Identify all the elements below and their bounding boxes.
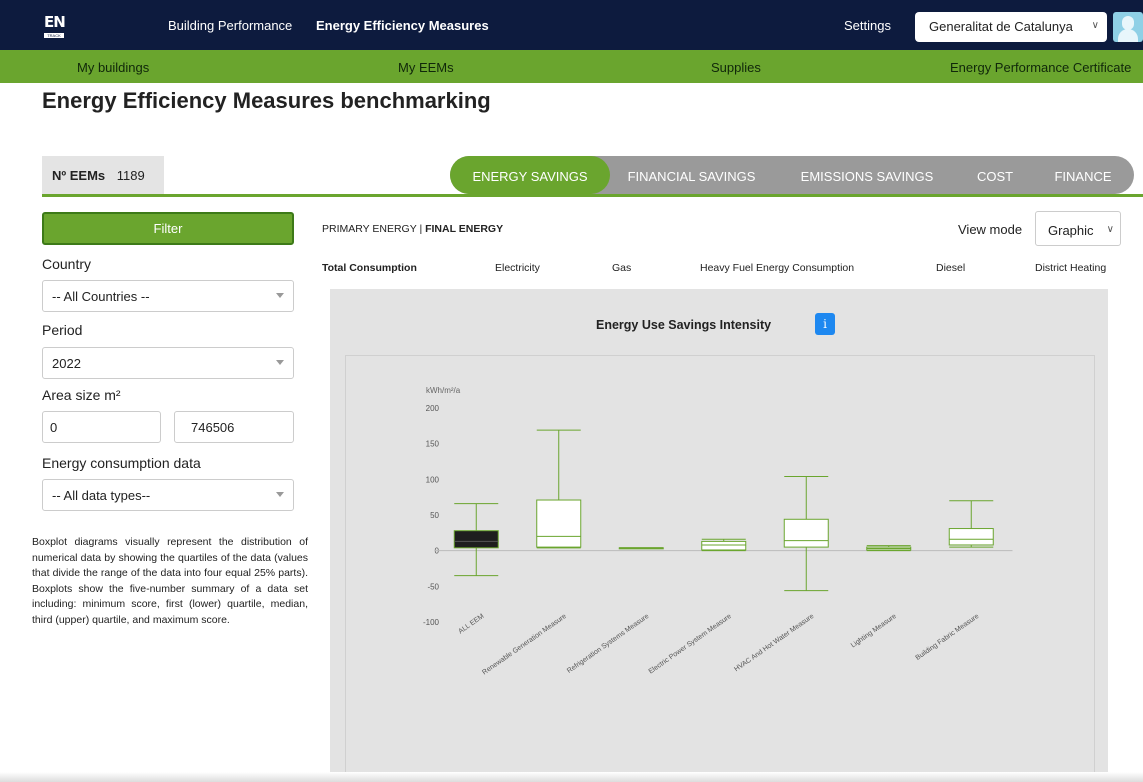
x-tick-label: Refrigeration Systems Measure bbox=[566, 613, 650, 675]
consumption-tab-heavy-fuel[interactable]: Heavy Fuel Energy Consumption bbox=[700, 262, 854, 274]
x-tick-label: Building Fabric Measure bbox=[915, 613, 981, 662]
energy-data-label: Energy consumption data bbox=[42, 455, 201, 471]
view-mode-value: Graphic bbox=[1048, 223, 1094, 238]
final-energy-option[interactable]: FINAL ENERGY bbox=[425, 223, 503, 235]
caret-down-icon bbox=[276, 293, 284, 298]
energy-data-select[interactable]: -- All data types-- bbox=[42, 479, 294, 511]
box bbox=[948, 528, 994, 546]
tab-finance[interactable]: FINANCE bbox=[1042, 156, 1124, 194]
energy-type-toggle[interactable]: PRIMARY ENERGY | FINAL ENERGY bbox=[322, 223, 503, 235]
logo[interactable]: EN TRACK bbox=[44, 13, 72, 38]
filter-button[interactable]: Filter bbox=[42, 212, 294, 245]
eem-count-label: Nº EEMs bbox=[52, 168, 106, 183]
period-select[interactable]: 2022 bbox=[42, 347, 294, 379]
info-icon[interactable]: i bbox=[815, 313, 835, 335]
consumption-tab-district-heating[interactable]: District Heating bbox=[1035, 262, 1106, 274]
chevron-down-icon: ∨ bbox=[1106, 224, 1114, 235]
y-axis-label: kWh/m²/a bbox=[426, 386, 461, 395]
caret-down-icon bbox=[276, 492, 284, 497]
country-label: Country bbox=[42, 256, 92, 272]
y-tick-label: -100 bbox=[423, 618, 440, 627]
energy-separator: | bbox=[416, 223, 426, 235]
boxplot-description: Boxplot diagrams visually represent the … bbox=[32, 536, 308, 626]
tab-cost[interactable]: COST bbox=[960, 156, 1030, 194]
consumption-tab-diesel[interactable]: Diesel bbox=[936, 262, 965, 274]
eem-count-value: 1189 bbox=[116, 168, 145, 183]
subnav-my-eems[interactable]: My EEMs bbox=[398, 60, 454, 75]
area-label: Area size m² bbox=[42, 387, 121, 403]
page-title: Energy Efficiency Measures benchmarking bbox=[42, 88, 491, 113]
y-tick-label: 50 bbox=[430, 511, 439, 520]
area-max-input[interactable]: 746506 bbox=[174, 411, 294, 443]
country-select[interactable]: -- All Countries -- bbox=[42, 280, 294, 312]
view-mode-label: View mode bbox=[958, 222, 1023, 237]
nav-building-performance[interactable]: Building Performance bbox=[168, 18, 292, 33]
avatar-body-shape bbox=[1118, 29, 1138, 42]
country-value: -- All Countries -- bbox=[52, 289, 150, 304]
consumption-tab-electricity[interactable]: Electricity bbox=[495, 262, 540, 274]
area-min-input[interactable]: 0 bbox=[42, 411, 161, 443]
nav-settings[interactable]: Settings bbox=[844, 18, 891, 33]
chevron-down-icon: ∨ bbox=[1091, 20, 1099, 31]
eem-count-box: Nº EEMs 1189 bbox=[42, 156, 164, 194]
tab-energy-savings[interactable]: ENERGY SAVINGS bbox=[450, 156, 610, 194]
user-avatar[interactable] bbox=[1113, 12, 1143, 42]
nav-energy-efficiency-measures[interactable]: Energy Efficiency Measures bbox=[316, 18, 489, 33]
boxplot-chart: kWh/m²/a 200 150 100 50 0 -50 -100 ALL EEMRenewa… bbox=[423, 386, 1013, 677]
consumption-tab-gas[interactable]: Gas bbox=[612, 262, 631, 274]
period-label: Period bbox=[42, 322, 83, 338]
avatar-head-shape bbox=[1122, 16, 1134, 30]
subnav-energy-performance-certificate[interactable]: Energy Performance Certificate bbox=[950, 60, 1131, 75]
chart-title: Energy Use Savings Intensity bbox=[596, 318, 772, 332]
sub-navbar: My buildings My EEMs Supplies Energy Per… bbox=[0, 50, 1143, 83]
y-tick-label: 200 bbox=[426, 404, 440, 413]
box bbox=[536, 499, 582, 548]
organization-select[interactable]: Generalitat de Catalunya ∨ bbox=[915, 12, 1107, 42]
x-tick-label: HVAC And Hot Water Measure bbox=[733, 613, 815, 673]
period-value: 2022 bbox=[52, 356, 81, 371]
caret-down-icon bbox=[276, 360, 284, 365]
tabs-underline bbox=[42, 194, 1143, 197]
box bbox=[453, 530, 499, 549]
box bbox=[783, 518, 829, 548]
organization-value: Generalitat de Catalunya bbox=[929, 19, 1073, 34]
energy-data-value: -- All data types-- bbox=[52, 488, 151, 503]
bottom-edge bbox=[0, 772, 1143, 782]
tab-financial-savings[interactable]: FINANCIAL SAVINGS bbox=[613, 156, 770, 194]
consumption-tab-total[interactable]: Total Consumption bbox=[322, 262, 417, 274]
primary-energy-option[interactable]: PRIMARY ENERGY bbox=[322, 223, 417, 235]
subnav-supplies[interactable]: Supplies bbox=[711, 60, 761, 75]
x-tick-label: Renewable Generation Measure bbox=[481, 613, 568, 677]
y-tick-label: -50 bbox=[427, 582, 439, 591]
y-tick-label: 100 bbox=[426, 475, 440, 484]
x-tick-label: Lighting Measure bbox=[850, 613, 898, 650]
logo-subtext: TRACK bbox=[44, 33, 64, 38]
x-tick-label: ALL EEM bbox=[457, 613, 485, 636]
box bbox=[701, 540, 747, 551]
y-tick-label: 150 bbox=[426, 440, 440, 449]
top-navbar: EN TRACK Building Performance Energy Eff… bbox=[0, 0, 1143, 50]
subnav-my-buildings[interactable]: My buildings bbox=[77, 60, 149, 75]
tab-emissions-savings[interactable]: EMISSIONS SAVINGS bbox=[792, 156, 942, 194]
logo-text: EN bbox=[44, 13, 66, 31]
x-tick-label: Electric Power System Measure bbox=[648, 613, 733, 676]
y-tick-label: 0 bbox=[435, 547, 440, 556]
view-mode-select[interactable]: Graphic ∨ bbox=[1035, 211, 1121, 246]
